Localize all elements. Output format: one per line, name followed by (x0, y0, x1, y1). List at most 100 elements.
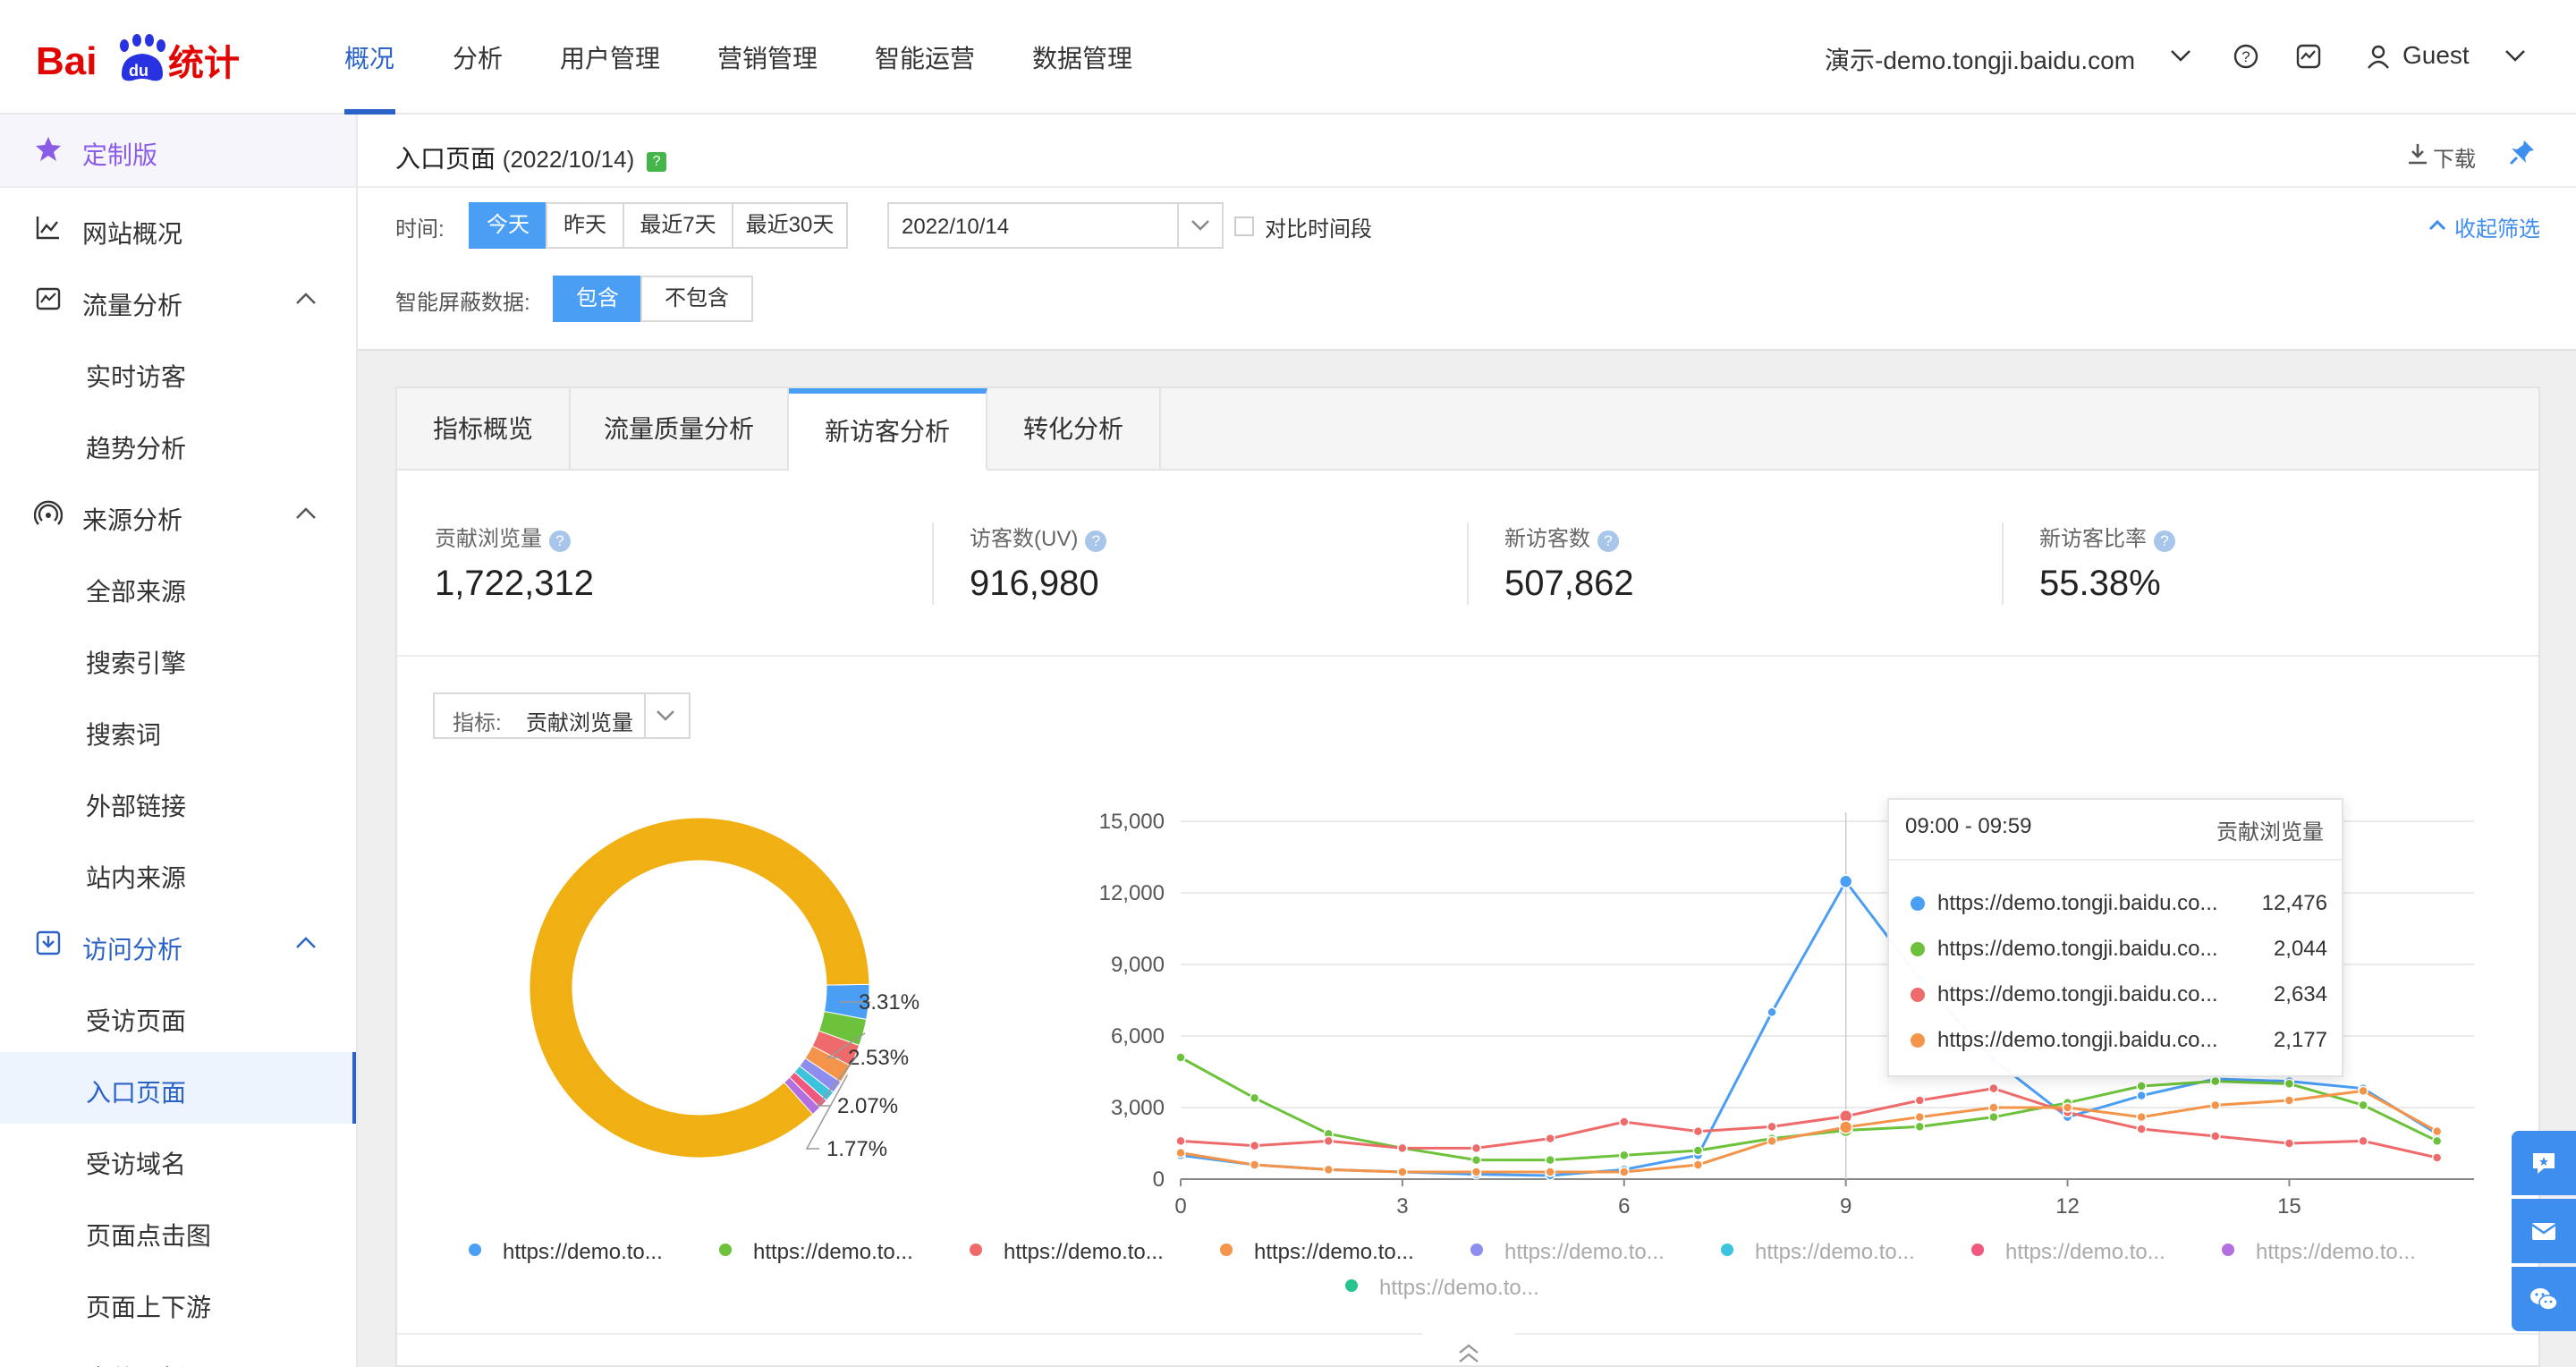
help-icon[interactable]: ? (2233, 43, 2259, 70)
time-7days-button[interactable]: 最近7天 (623, 202, 733, 249)
collapse-filter-button[interactable]: 收起筛选 (2454, 211, 2540, 242)
sidebar-item-page-flow[interactable]: 页面上下游 (0, 1267, 356, 1338)
nav-smart-ops[interactable]: 智能运营 (875, 39, 975, 75)
data-point[interactable] (2358, 1085, 2368, 1097)
series-line[interactable] (1180, 1089, 2438, 1174)
chevron-up-icon[interactable] (292, 499, 320, 528)
data-point[interactable] (1988, 1111, 1999, 1123)
legend-item[interactable]: https://demo.to... (1755, 1240, 1915, 1265)
sidebar-item-site-overview[interactable]: 网站概况 (0, 193, 356, 265)
data-point[interactable] (1249, 1140, 1260, 1151)
data-point[interactable] (1470, 1167, 1482, 1177)
legend-item[interactable]: https://demo.to... (1004, 1240, 1164, 1265)
help-icon[interactable]: ? (1085, 531, 1107, 552)
sidebar-item-click-map[interactable]: 页面点击图 (0, 1195, 356, 1267)
data-point[interactable] (1838, 874, 1853, 889)
data-point[interactable] (1988, 1102, 1999, 1113)
data-point[interactable] (1914, 1095, 1926, 1106)
chevron-down-icon[interactable] (2503, 47, 2528, 64)
data-point[interactable] (1545, 1133, 1555, 1144)
download-button[interactable]: 下载 (2433, 141, 2476, 173)
data-point[interactable] (2284, 1138, 2295, 1149)
sidebar-item-traffic[interactable]: 流量分析 (0, 265, 356, 336)
help-icon[interactable]: ? (1597, 531, 1619, 552)
email-button[interactable] (2512, 1199, 2576, 1263)
data-point[interactable] (1470, 1142, 1482, 1154)
legend-item[interactable]: https://demo.to... (1504, 1240, 1665, 1265)
data-point[interactable] (2210, 1131, 2221, 1142)
data-point[interactable] (1988, 1083, 1999, 1094)
indicator-select[interactable]: 指标: 贡献浏览量 (433, 692, 691, 739)
sidebar-item-internal-source[interactable]: 站内来源 (0, 837, 356, 909)
data-point[interactable] (1323, 1135, 1335, 1147)
legend-item[interactable]: https://demo.to... (753, 1240, 913, 1265)
chevron-up-icon[interactable] (292, 284, 320, 313)
legend-item[interactable]: https://demo.to... (2005, 1240, 2165, 1265)
data-point[interactable] (2210, 1075, 2221, 1087)
data-point[interactable] (2358, 1100, 2368, 1111)
user-name[interactable]: Guest (2402, 41, 2470, 70)
data-point[interactable] (1175, 1135, 1186, 1147)
sidebar-item-entry-pages[interactable]: 入口页面 (0, 1052, 356, 1124)
tab-traffic-quality[interactable]: 流量质量分析 (571, 388, 789, 471)
legend-item[interactable]: https://demo.to... (1379, 1276, 1539, 1301)
data-point[interactable] (1397, 1142, 1408, 1154)
nav-user-management[interactable]: 用户管理 (560, 39, 660, 75)
chevron-down-icon[interactable] (2168, 47, 2193, 64)
data-point[interactable] (1692, 1145, 1704, 1156)
time-yesterday-button[interactable]: 昨天 (546, 202, 624, 249)
date-picker[interactable]: 2022/10/14 (887, 202, 1224, 249)
data-point[interactable] (1692, 1159, 1704, 1170)
data-point[interactable] (2358, 1135, 2368, 1147)
data-point[interactable] (2136, 1111, 2147, 1123)
sidebar-item-search-engine[interactable]: 搜索引擎 (0, 623, 356, 694)
mask-exclude-button[interactable]: 不包含 (640, 276, 753, 322)
data-point[interactable] (1545, 1167, 1555, 1177)
compare-label[interactable]: 对比时间段 (1265, 211, 1372, 242)
time-today-button[interactable]: 今天 (469, 202, 547, 249)
data-point[interactable] (1619, 1167, 1630, 1177)
data-point[interactable] (1914, 1121, 1926, 1133)
sidebar-item-external-links[interactable]: 外部链接 (0, 766, 356, 837)
tab-metrics-overview[interactable]: 指标概览 (397, 388, 571, 471)
data-point[interactable] (1249, 1092, 1260, 1104)
nav-analysis[interactable]: 分析 (453, 39, 503, 75)
data-point[interactable] (1838, 1120, 1853, 1134)
help-icon[interactable]: ? (647, 152, 667, 172)
data-point[interactable] (1619, 1150, 1630, 1161)
data-point[interactable] (1545, 1154, 1555, 1166)
data-point[interactable] (1470, 1154, 1482, 1166)
chevron-down-icon[interactable] (653, 707, 678, 725)
baidu-tongji-logo[interactable]: Bai du 统计 (36, 25, 250, 89)
data-point[interactable] (1619, 1117, 1630, 1127)
dashboard-icon[interactable] (2295, 43, 2322, 70)
sidebar-item-custom[interactable]: 定制版 (0, 115, 356, 186)
tab-new-visitors[interactable]: 新访客分析 (789, 388, 987, 471)
data-point[interactable] (1249, 1159, 1260, 1170)
wechat-button[interactable] (2512, 1267, 2576, 1331)
data-point[interactable] (1323, 1164, 1335, 1176)
nav-overview[interactable]: 概况 (344, 39, 394, 75)
sidebar-item-visited-domains[interactable]: 受访域名 (0, 1124, 356, 1195)
compare-checkbox[interactable] (1234, 217, 1254, 236)
data-point[interactable] (2431, 1152, 2443, 1163)
data-point[interactable] (2136, 1081, 2147, 1091)
donut-chart[interactable]: 3.31% 2.53% 2.07% 1.77% (483, 787, 984, 1199)
data-point[interactable] (2062, 1102, 2073, 1113)
feedback-button[interactable] (2512, 1131, 2576, 1195)
help-icon[interactable]: ? (2154, 531, 2175, 552)
data-point[interactable] (1767, 1135, 1777, 1147)
data-point[interactable] (2210, 1100, 2221, 1111)
data-point[interactable] (1767, 1006, 1777, 1018)
mask-include-button[interactable]: 包含 (553, 276, 642, 322)
data-point[interactable] (2136, 1090, 2147, 1101)
data-point[interactable] (2284, 1095, 2295, 1106)
chevron-up-icon[interactable] (292, 929, 320, 957)
sidebar-item-visit-analysis[interactable]: 访问分析 (0, 909, 356, 981)
tab-conversion[interactable]: 转化分析 (987, 388, 1161, 471)
sidebar-item-trend[interactable]: 趋势分析 (0, 408, 356, 480)
legend-item[interactable]: https://demo.to... (503, 1240, 663, 1265)
chevron-down-icon[interactable] (1188, 217, 1213, 234)
series-line[interactable] (1180, 1087, 2438, 1159)
sidebar-item-search-terms[interactable]: 搜索词 (0, 694, 356, 766)
